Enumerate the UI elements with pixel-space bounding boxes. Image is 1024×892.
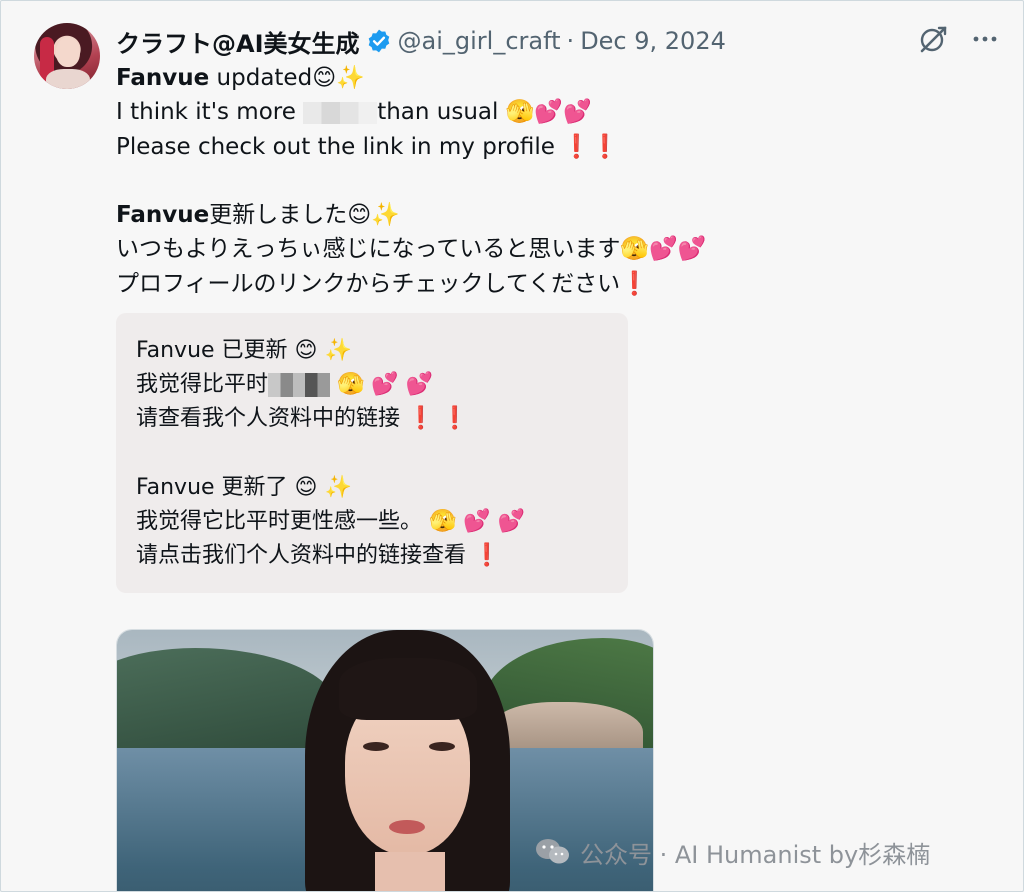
watermark: 公众号 · AI Humanist by杉森楠: [534, 833, 930, 871]
peek-hearts-emoji-icon: 🫣💕💕: [620, 236, 707, 263]
censored-word: [303, 101, 378, 124]
translation-line: Fanvue 已更新 😊 ✨: [136, 334, 616, 368]
tweet-line: いつもよりえっちぃ感じになっていると思います🫣💕💕: [116, 232, 836, 266]
author-name[interactable]: クラフト@AI美女生成: [116, 24, 360, 59]
wechat-icon: [534, 837, 572, 867]
translation-line: 我觉得比平时 🫣 💕 💕: [136, 368, 616, 402]
separator-dot: ·: [566, 27, 575, 55]
avatar[interactable]: [34, 23, 100, 89]
tweet-line: プロフィールのリンクからチェックしてください❗: [116, 267, 836, 301]
tweet-line: Fanvue更新しました😊✨: [116, 198, 836, 232]
exclamation-emoji-icon: ❗❗: [562, 133, 620, 160]
author-handle[interactable]: @ai_girl_craft: [398, 27, 561, 55]
tweet-text: Fanvue updated😊✨ I think it's more than …: [116, 61, 836, 301]
watermark-text: 公众号 · AI Humanist by杉森楠: [580, 840, 931, 869]
grok-icon[interactable]: [917, 23, 949, 55]
tweet-header: クラフト@AI美女生成 @ai_girl_craft · Dec 9, 2024: [116, 21, 726, 61]
smile-sparkle-emoji-icon: 😊✨: [347, 202, 400, 229]
smile-sparkle-emoji-icon: 😊 ✨: [294, 338, 352, 363]
translation-line: Fanvue 更新了 😊 ✨: [136, 471, 616, 505]
peek-hearts-emoji-icon: 🫣💕💕: [505, 99, 592, 126]
translation-line: 请点击我们个人资料中的链接查看 ❗: [136, 539, 616, 573]
peek-hearts-emoji-icon: 🫣 💕 💕: [429, 508, 526, 534]
more-icon[interactable]: [969, 23, 1001, 55]
smile-sparkle-emoji-icon: 😊 ✨: [294, 474, 352, 500]
exclamation-emoji-icon: ❗ ❗: [407, 406, 469, 432]
verified-badge-icon: [366, 28, 392, 54]
tweet-line: Please check out the link in my profile …: [116, 130, 836, 164]
translation-line: 我觉得它比平时更性感一些。 🫣 💕 💕: [136, 505, 616, 539]
translation-text: Fanvue 已更新 😊 ✨ 我觉得比平时 🫣 💕 💕 请查看我个人资料中的链接…: [136, 334, 616, 573]
tweet-date[interactable]: Dec 9, 2024: [580, 27, 726, 55]
translation-line: 请查看我个人资料中的链接 ❗ ❗: [136, 402, 616, 436]
tweet-actions-top: [917, 23, 1001, 55]
peek-hearts-emoji-icon: 🫣 💕 💕: [337, 372, 434, 398]
exclamation-emoji-icon: ❗: [473, 543, 501, 569]
brand-name: Fanvue: [116, 65, 210, 91]
exclamation-emoji-icon: ❗: [620, 270, 649, 297]
tweet-line: I think it's more than usual 🫣💕💕: [116, 95, 836, 129]
tweet-line: Fanvue updated😊✨: [116, 61, 836, 95]
censored-word: [268, 373, 331, 398]
brand-name: Fanvue: [116, 202, 210, 229]
tweet-card: クラフト@AI美女生成 @ai_girl_craft · Dec 9, 2024: [0, 0, 1024, 892]
smile-sparkle-emoji-icon: 😊✨: [312, 65, 365, 91]
